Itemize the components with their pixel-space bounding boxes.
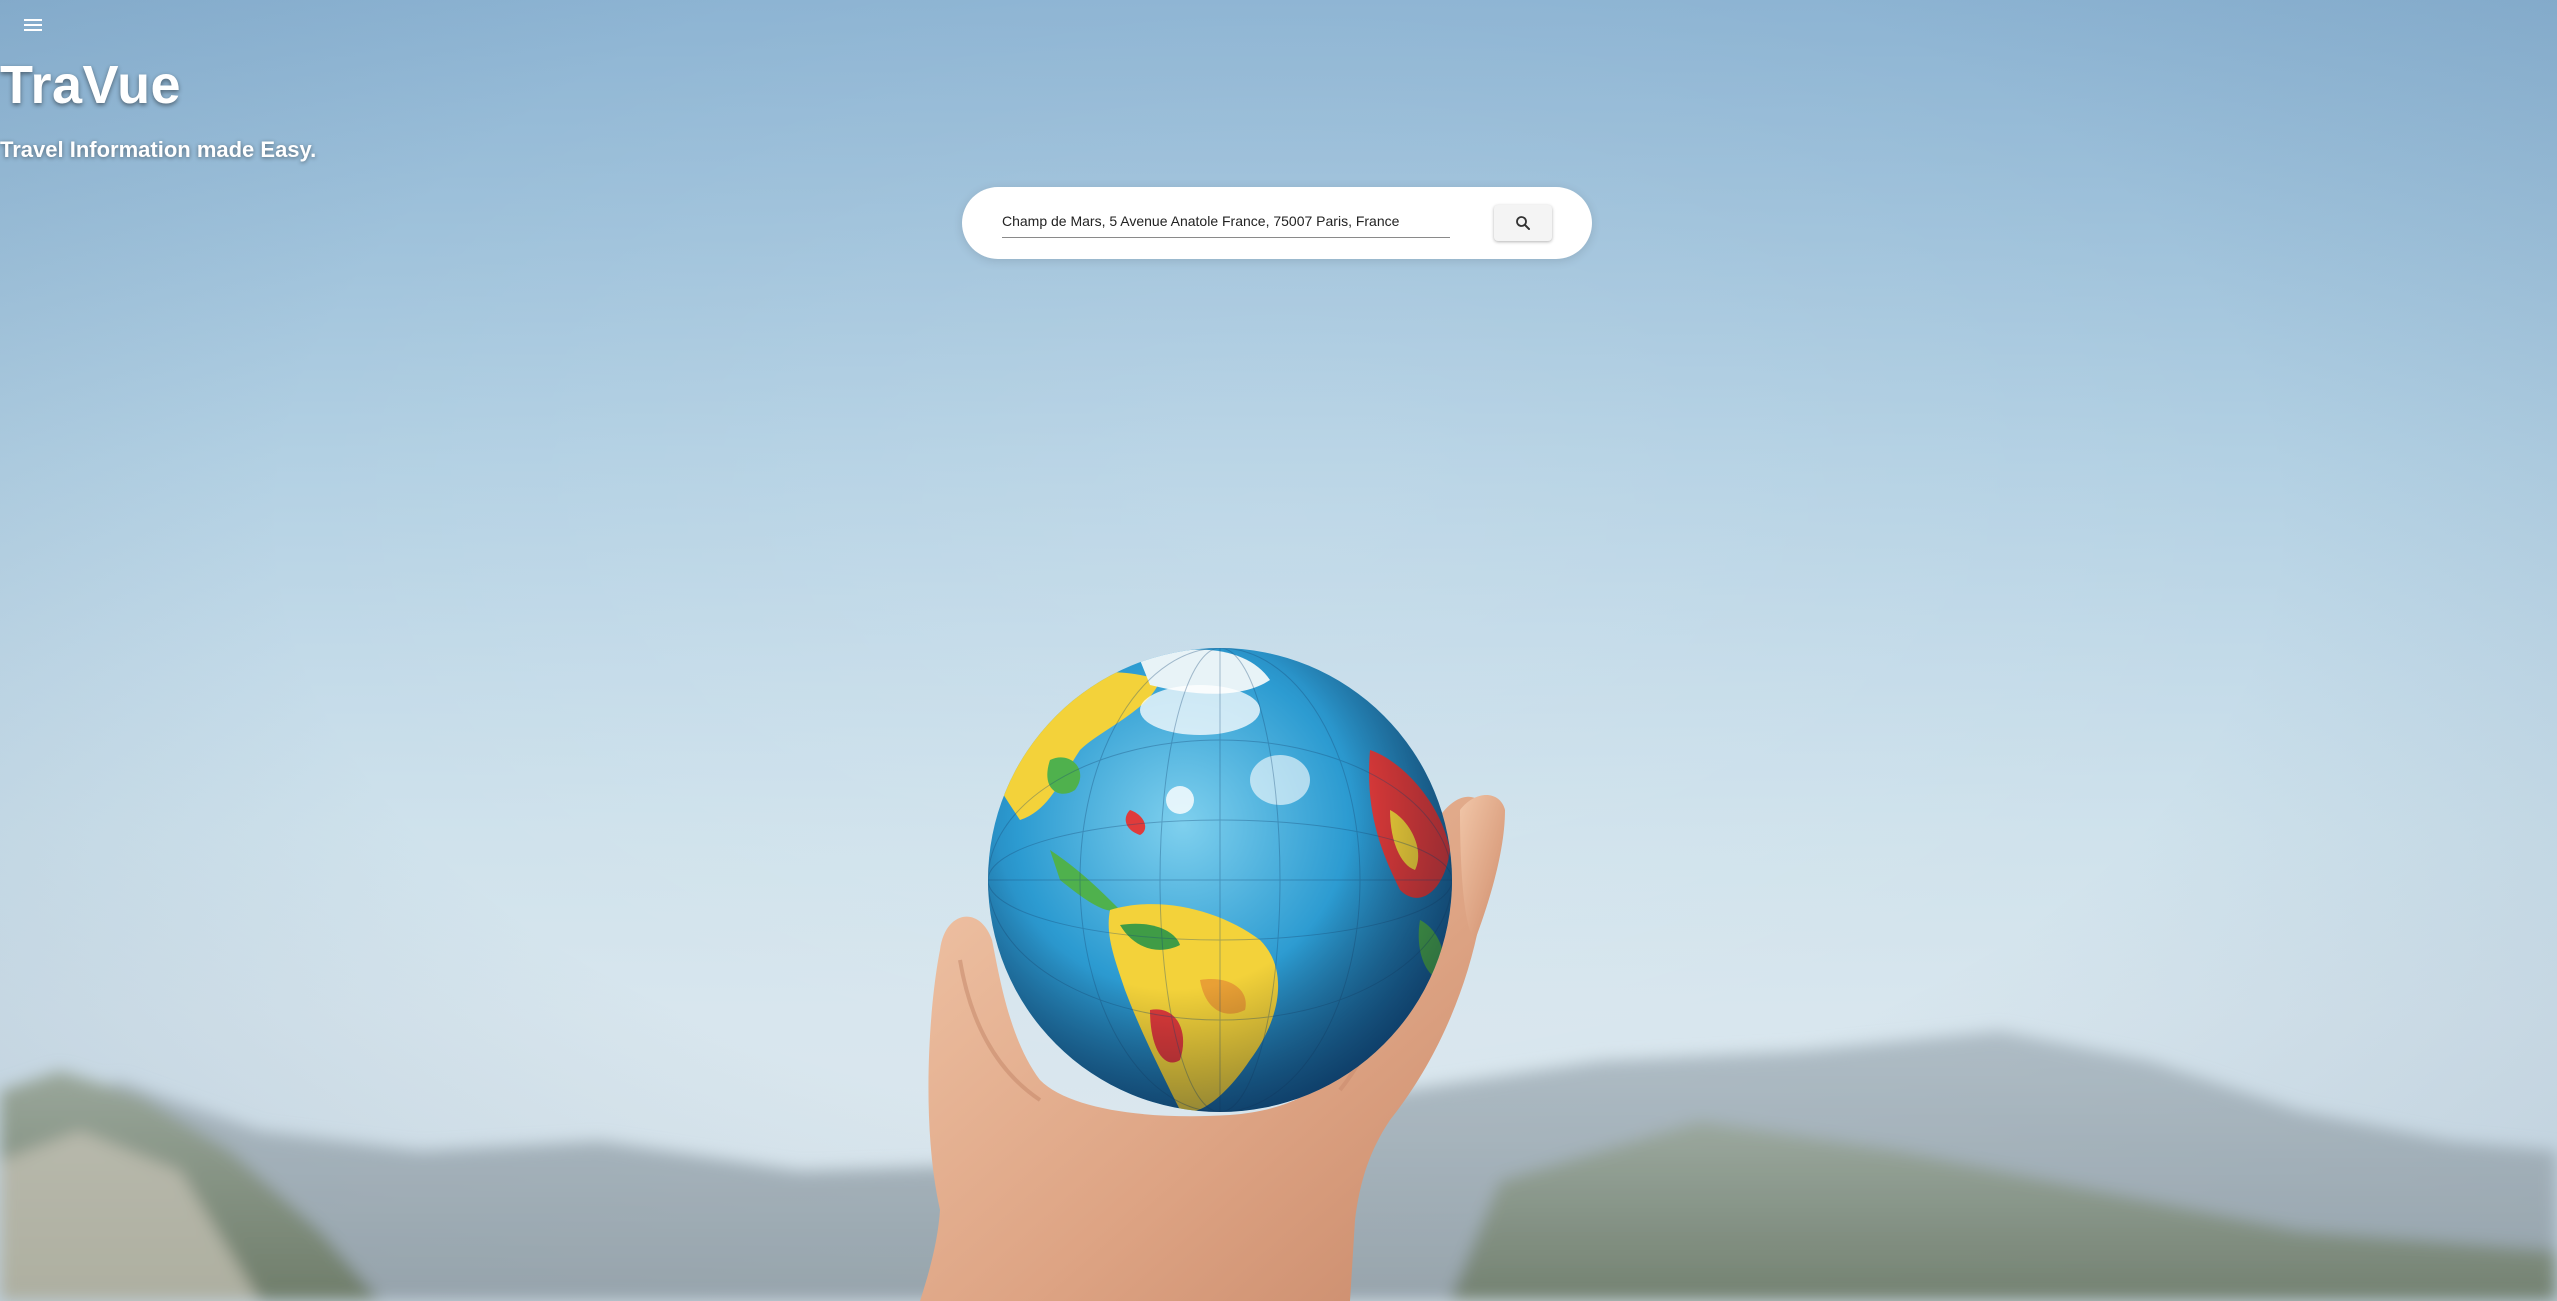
landing-page: TraVue Travel Information made Easy. [0,0,2557,1301]
search-icon [1516,216,1530,230]
menu-button[interactable] [20,14,46,36]
app-tagline: Travel Information made Easy. [0,137,317,162]
hand-holding-globe-image [920,648,1505,1301]
location-search-input[interactable] [1002,205,1450,238]
search-bar [962,187,1592,259]
app-title: TraVue [0,55,182,115]
search-button[interactable] [1494,205,1552,241]
menu-icon [24,19,42,31]
